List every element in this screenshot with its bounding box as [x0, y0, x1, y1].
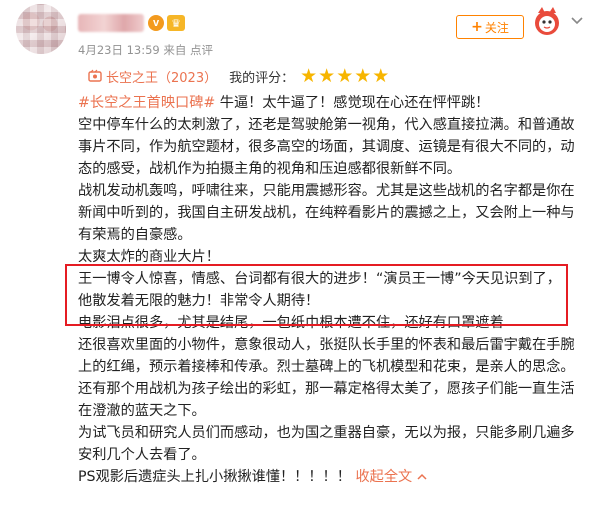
post-line: 事片不同，作为航空题材，很多高空的场面，其调度、运镜是有很大不同的，动	[78, 139, 575, 155]
post-line: 有荣焉的自豪感。	[78, 227, 192, 243]
post-line: 上的红绳，预示着接棒和传承。烈士墓碑上的飞机模型和花束，是亲人的思念。	[78, 359, 575, 375]
weibo-post-card: v ♛ 4月23日 13:59 来自 点评 + 关注 长空之王（2023） 我的…	[0, 0, 600, 508]
highlighted-line: 他散发着无限的魅力！非常令人期待！	[78, 293, 320, 309]
post-line: 态的感受，战机作为拍摄主角的视角和压迫感都很新鲜不同。	[78, 161, 462, 177]
star-icon: ★	[354, 65, 372, 87]
movie-icon	[88, 69, 102, 82]
highlighted-line: 王一博令人惊喜，情感、台词都有很大的进步！“演员王一博”今天见识到了，	[78, 271, 561, 287]
username[interactable]: v ♛	[78, 12, 190, 34]
post-line: 还有那个用战机为孩子绘出的彩虹，那一幕定格得太美了，愿孩子们能一直生活	[78, 381, 575, 397]
verified-v-icon: v	[148, 15, 164, 31]
collapse-button[interactable]: 收起全文	[355, 469, 427, 485]
post-line: 电影泪点很多，尤其是结尾，一包纸巾根本遭不住，还好有口罩遮着	[78, 315, 504, 331]
rating-label: 我的评分：	[229, 70, 295, 86]
crown-badge-icon: ♛	[167, 15, 185, 31]
chevron-down-icon[interactable]	[570, 14, 584, 28]
star-icon: ★	[372, 65, 390, 87]
post-line: 还很喜欢里面的小物件，意象很动人，张挺队长手里的怀表和最后雷宇戴在手腕	[78, 337, 575, 353]
follow-button[interactable]: + 关注	[456, 15, 524, 39]
post-line: PS观影后遗症头上扎小揪揪谁懂！！！！！ 收起全文	[78, 466, 588, 488]
movie-link[interactable]: 长空之王（2023）	[106, 67, 217, 86]
post-body: #长空之王首映口碑# 牛逼！太牛逼了！感觉现在心还在怦怦跳！ 空中停车什么的太刺…	[78, 92, 588, 488]
plus-icon: +	[471, 19, 483, 35]
star-icon: ★	[300, 65, 318, 87]
follow-label: 关注	[484, 20, 509, 35]
post-line: 空中停车什么的太刺激了，还老是驾驶舱第一视角，代入感直接拉满。和普通故	[78, 117, 575, 133]
post-line: 新闻中听到的，我国自主研发战机，在纯粹看影片的震撼之上，又会附上一种与	[78, 205, 575, 221]
star-rating: ★ ★ ★ ★ ★	[300, 66, 390, 86]
hashtag-link[interactable]: #长空之王首映口碑#	[78, 95, 215, 111]
star-icon: ★	[318, 65, 336, 87]
rating-line: 长空之王（2023） 我的评分： ★ ★ ★ ★ ★	[88, 66, 390, 86]
avatar[interactable]	[16, 4, 66, 54]
post-line: 在澄澈的蓝天之下。	[78, 403, 206, 419]
post-meta: 4月23日 13:59 来自 点评	[78, 43, 214, 57]
post-line: #长空之王首映口碑# 牛逼！太牛逼了！感觉现在心还在怦怦跳！	[78, 95, 490, 111]
post-line: 战机发动机轰鸣，呼啸往来，只能用震撼形容。尤其是这些战机的名字都是你在	[78, 183, 575, 199]
username-blurred[interactable]	[78, 14, 144, 32]
collapse-up-icon	[417, 473, 427, 480]
post-line: 太爽太炸的商业大片！	[78, 249, 220, 265]
mascot-icon	[535, 7, 559, 35]
post-line: 为试飞员和研究人员们而感动，也为国之重器自豪，无以为报，只能多刷几遍多	[78, 425, 575, 441]
post-line: 安利几个人去看了。	[78, 447, 206, 463]
star-icon: ★	[336, 65, 354, 87]
